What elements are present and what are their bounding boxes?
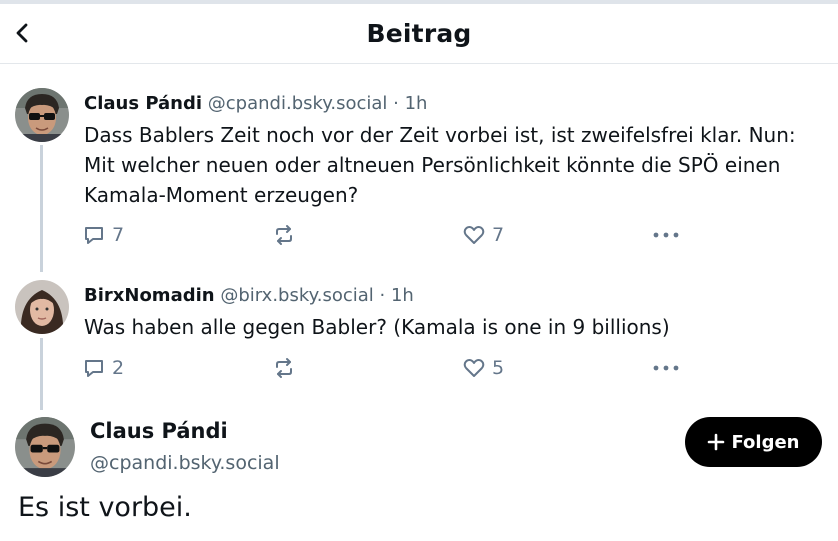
repost-icon [276, 225, 292, 245]
reply-button[interactable]: 7 [82, 223, 124, 247]
more-icon [653, 232, 679, 238]
post-time[interactable]: 1h [405, 93, 428, 114]
like-count: 7 [492, 224, 505, 246]
main-post-handle[interactable]: @cpandi.bsky.social [90, 452, 280, 474]
post-header: BirxNomadin @birx.bsky.social · 1h [84, 285, 414, 306]
plus-icon [708, 433, 725, 451]
like-button[interactable]: 7 [462, 223, 504, 247]
reply-count: 2 [112, 357, 125, 379]
post-handle[interactable]: @cpandi.bsky.social [208, 93, 388, 114]
post-author[interactable]: Claus Pándi [84, 93, 202, 114]
reply-icon [85, 227, 103, 244]
more-options-button[interactable] [652, 223, 680, 247]
post-time[interactable]: 1h [391, 285, 414, 306]
main-post-text: Es ist vorbei. [18, 492, 192, 523]
post-actions: 7 7 [82, 223, 682, 249]
more-options-button[interactable] [652, 356, 680, 380]
avatar[interactable] [15, 280, 69, 334]
repost-button[interactable] [272, 356, 296, 380]
reply-count: 7 [112, 224, 125, 246]
post-text: Was haben alle gegen Babler? (Kamala is … [84, 315, 670, 339]
thread-line [40, 338, 43, 410]
separator: · [393, 93, 399, 114]
heart-icon [463, 226, 485, 244]
more-icon [653, 365, 679, 371]
main-post-author[interactable]: Claus Pándi [90, 419, 228, 443]
follow-label: Folgen [731, 431, 800, 453]
reply-icon [85, 360, 103, 377]
post-header: Claus Pándi @cpandi.bsky.social · 1h [84, 93, 427, 114]
thread-line [40, 145, 43, 272]
heart-icon [463, 359, 485, 377]
reply-button[interactable]: 2 [82, 356, 124, 380]
post-author[interactable]: BirxNomadin [84, 285, 215, 306]
repost-button[interactable] [272, 223, 296, 247]
avatar[interactable] [15, 88, 69, 142]
separator: · [379, 285, 386, 306]
page-header: Beitrag [0, 4, 838, 64]
page-title: Beitrag [366, 19, 472, 48]
follow-button[interactable]: Folgen [685, 417, 822, 467]
post-actions: 2 5 [82, 356, 682, 382]
avatar[interactable] [15, 417, 75, 477]
repost-icon [276, 358, 292, 378]
post-text: Dass Bablers Zeit noch vor der Zeit vorb… [84, 123, 796, 207]
like-count: 5 [492, 357, 505, 379]
post-handle[interactable]: @birx.bsky.social [220, 285, 373, 306]
like-button[interactable]: 5 [462, 356, 504, 380]
